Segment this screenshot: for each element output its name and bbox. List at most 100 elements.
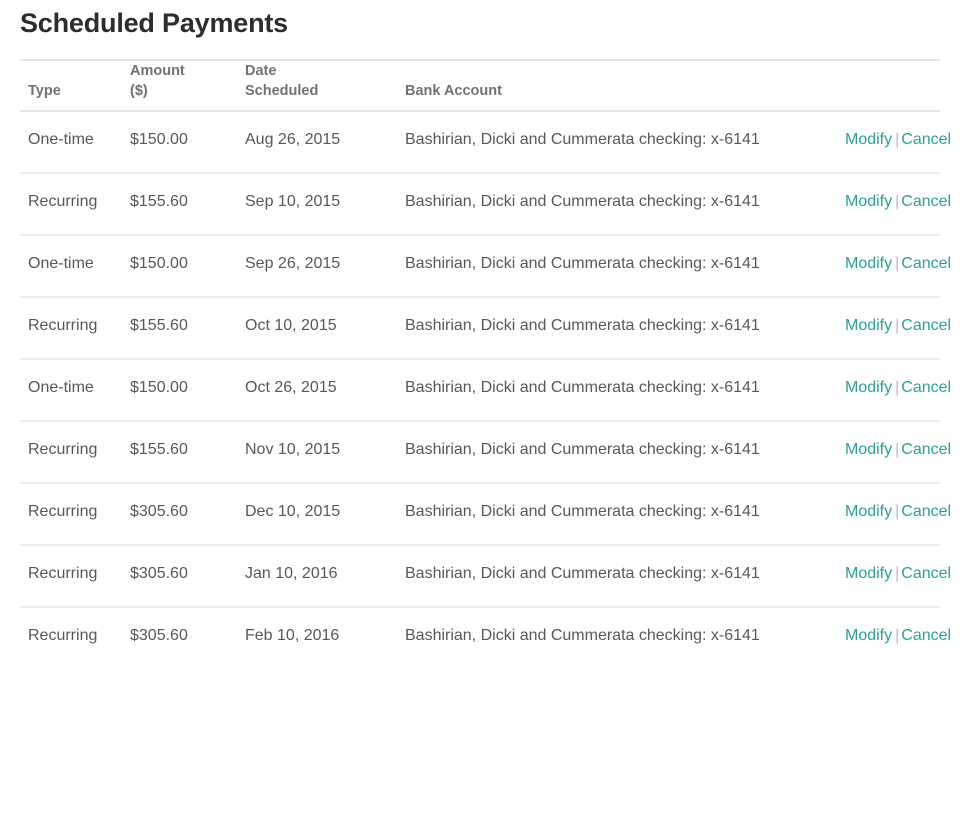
cell-type: One-time [20,359,122,422]
cancel-link[interactable]: Cancel [901,503,951,520]
modify-link[interactable]: Modify [845,255,892,272]
modify-link[interactable]: Modify [845,503,892,520]
cell-bank-account: Bashirian, Dicki and Cummerata checking:… [397,483,837,546]
cell-actions: Modify | Cancel [837,235,951,298]
action-separator: | [895,441,900,458]
cell-type: Recurring [20,421,122,484]
cell-amount: $305.60 [122,545,237,608]
cell-amount: $155.60 [122,173,237,236]
table-row: One-time $150.00 Oct 26, 2015 Bashirian, Di… [20,359,951,422]
column-header-amount: Amount ($) [122,61,237,112]
cell-date-scheduled: Feb 10, 2016 [245,627,340,644]
table-row: One-time $150.00 Sep 26, 2015 Bashirian, Di… [20,235,951,298]
payments-table-container: Type Amount ($) Date Scheduled Bank Acco… [20,61,951,668]
cell-bank-account: Bashirian, Dicki and Cummerata checking:… [397,359,837,422]
cell-type: Recurring [20,173,122,236]
cancel-link[interactable]: Cancel [901,317,951,334]
cell-amount: $155.60 [122,421,237,484]
cell-actions: Modify | Cancel [837,111,951,174]
cell-date-scheduled: Sep 26, 2015 [237,235,397,298]
cell-amount: $150.00 [122,111,237,174]
cell-actions: Modify | Cancel [837,545,951,608]
column-header-type-label: Type [28,83,61,99]
table-header-row: Type Amount ($) Date Scheduled Bank Acco… [20,61,940,112]
column-header-actions [837,61,940,112]
action-separator: | [895,379,900,396]
table-row: Recurring $155.60 Nov 10, 2015 Bashirian, D… [20,421,951,484]
cell-amount: $150.00 [122,359,237,422]
cell-actions: Modify | Cancel [837,607,951,668]
action-separator: | [895,131,900,148]
cell-type: One-time [20,235,122,298]
row-actions: Modify | Cancel [845,317,951,334]
column-header-date-line2: Scheduled [245,83,319,99]
table-header: Type Amount ($) Date Scheduled Bank Acco… [20,61,940,112]
modify-link[interactable]: Modify [845,441,892,458]
cell-type: Recurring [20,545,122,608]
modify-link[interactable]: Modify [845,565,892,582]
table-row: Recurring $305.60 Dec 10, 2015 Bashirian, D… [20,483,951,546]
cell-date-scheduled: Jan 10, 2016 [237,545,397,608]
table-row: Recurring $305.60 Jan 10, 2016 Bashirian, D… [20,545,951,608]
row-actions: Modify | Cancel [845,255,951,272]
scheduled-payments-page: Scheduled Payments Type Amount ($) Date … [0,0,960,836]
cell-type: Recurring [20,297,122,360]
cell-date-scheduled: Dec 10, 2015 [237,483,397,546]
cancel-link[interactable]: Cancel [901,565,951,582]
row-actions: Modify | Cancel [845,131,951,148]
modify-link[interactable]: Modify [845,131,892,148]
cell-type: Recurring [28,627,98,644]
column-header-date-scheduled: Date Scheduled [237,61,397,112]
cell-bank-account: Bashirian, Dicki and Cummerata checking:… [405,627,760,644]
action-separator: | [895,317,900,334]
action-separator: | [895,565,900,582]
column-header-date-line1: Date [245,63,277,79]
row-actions: Modify | Cancel [845,379,951,396]
cell-actions: Modify | Cancel [837,173,951,236]
column-header-type: Type [20,61,122,112]
cancel-link[interactable]: Cancel [901,131,951,148]
cell-actions: Modify | Cancel [837,421,951,484]
cell-actions: Modify | Cancel [837,483,951,546]
cell-bank-account: Bashirian, Dicki and Cummerata checking:… [397,173,837,236]
cancel-link[interactable]: Cancel [901,379,951,396]
cancel-link[interactable]: Cancel [901,193,951,210]
modify-link[interactable]: Modify [845,379,892,396]
row-actions: Modify | Cancel [845,441,951,458]
cell-date-scheduled: Nov 10, 2015 [237,421,397,484]
modify-link[interactable]: Modify [845,193,892,210]
column-header-amount-line2: ($) [130,83,148,99]
column-header-bank-account: Bank Account [397,61,837,112]
table-row: One-time $150.00 Aug 26, 2015 Bashirian, Di… [20,111,951,174]
cell-date-scheduled: Oct 26, 2015 [237,359,397,422]
action-separator: | [895,503,900,520]
cell-type: One-time [20,111,122,174]
cell-bank-account: Bashirian, Dicki and Cummerata checking:… [397,297,837,360]
cell-amount: $305.60 [130,627,188,644]
cell-bank-account: Bashirian, Dicki and Cummerata checking:… [397,111,837,174]
modify-link[interactable]: Modify [845,317,892,334]
row-actions: Modify | Cancel [845,193,951,210]
cancel-link[interactable]: Cancel [901,255,951,272]
page-title: Scheduled Payments [20,8,288,38]
cell-date-scheduled: Sep 10, 2015 [237,173,397,236]
column-header-bank-account-label: Bank Account [405,83,502,99]
cancel-link[interactable]: Cancel [901,441,951,458]
cell-bank-account: Bashirian, Dicki and Cummerata checking:… [397,545,837,608]
cell-type: Recurring [20,483,122,546]
cell-actions: Modify | Cancel [837,297,951,360]
action-separator: | [895,193,900,210]
row-actions: Modify | Cancel [845,565,951,582]
action-separator: | [895,627,900,644]
table-row: Recurring $305.60 Feb 10, 2016 Bashirian, D… [20,607,951,668]
cancel-link[interactable]: Cancel [901,627,951,644]
cell-date-scheduled: Aug 26, 2015 [237,111,397,174]
cell-amount: $155.60 [122,297,237,360]
row-actions: Modify | Cancel [845,503,951,520]
cell-bank-account: Bashirian, Dicki and Cummerata checking:… [397,235,837,298]
column-header-amount-line1: Amount [130,63,185,79]
action-separator: | [895,255,900,272]
cell-bank-account: Bashirian, Dicki and Cummerata checking:… [397,421,837,484]
table-row: Recurring $155.60 Sep 10, 2015 Bashirian, D… [20,173,951,236]
modify-link[interactable]: Modify [845,627,892,644]
